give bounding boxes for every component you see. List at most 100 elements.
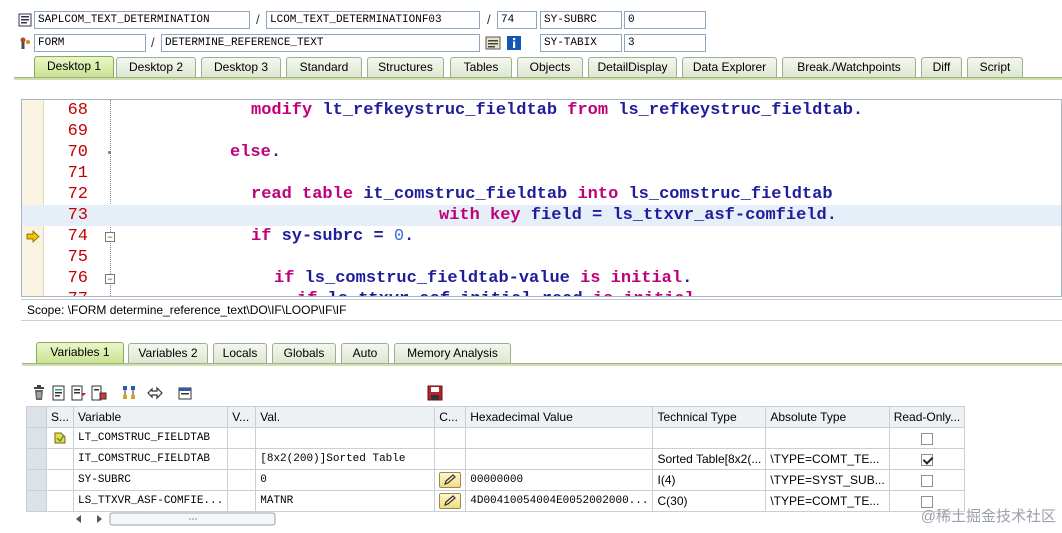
table-row[interactable]: LT_COMSTRUC_FIELDTAB — [26, 427, 966, 449]
code-text: read table it_comstruc_fieldtab into ls_… — [251, 184, 833, 205]
variable-name[interactable]: IT_COMSTRUC_FIELDTAB — [73, 448, 229, 470]
tab-variables-2[interactable]: Variables 2 — [128, 343, 208, 363]
scroll-right-arrow — [97, 515, 102, 523]
variable-name[interactable]: LT_COMSTRUC_FIELDTAB — [73, 427, 229, 449]
column-header-value[interactable]: Val. — [255, 406, 436, 428]
import-icon[interactable] — [50, 384, 68, 402]
tab-structures[interactable]: Structures — [367, 57, 444, 77]
column-header-change[interactable]: C... — [434, 406, 467, 428]
watch-field-value-1[interactable]: 0 — [624, 11, 706, 29]
tab-desktop-2[interactable]: Desktop 2 — [116, 57, 196, 77]
code-line[interactable]: 75 — [22, 247, 1061, 268]
code-line[interactable]: 69 — [22, 121, 1061, 142]
row-selector[interactable] — [26, 490, 47, 512]
line-number: 69 — [67, 122, 88, 141]
table-row[interactable]: SY-SUBRC 0 00000000 I(4) \TYPE=SYST_SUB.… — [26, 469, 966, 491]
line-field[interactable]: 74 — [497, 11, 537, 29]
source-code-editor[interactable]: 68 modify lt_refkeystruc_fieldtab from ls… — [21, 99, 1062, 297]
line-number: 73 — [67, 206, 88, 225]
export-icon[interactable] — [70, 384, 88, 402]
absolute-type-cell: \TYPE=SYST_SUB... — [765, 469, 890, 491]
tab-diff[interactable]: Diff — [921, 57, 962, 77]
row-selector[interactable] — [26, 469, 47, 491]
code-line[interactable]: 71 — [22, 163, 1061, 184]
tab-objects[interactable]: Objects — [517, 57, 583, 77]
tab-desktop-3[interactable]: Desktop 3 — [201, 57, 281, 77]
separator: / — [151, 35, 155, 50]
tab-desktop-1[interactable]: Desktop 1 — [34, 56, 114, 78]
form-name-field[interactable]: DETERMINE_REFERENCE_TEXT — [161, 34, 480, 52]
watch-field-value-2[interactable]: 3 — [624, 34, 706, 52]
fold-toggle-icon[interactable]: − — [105, 274, 115, 284]
watch-field-name-1[interactable]: SY-SUBRC — [540, 11, 622, 29]
column-header-absolute-type[interactable]: Absolute Type — [765, 406, 890, 428]
v-cell — [227, 490, 257, 512]
change-icon[interactable] — [176, 384, 194, 402]
variable-name[interactable]: LS_TTXVR_ASF-COMFIE... — [73, 490, 229, 512]
line-number: 75 — [67, 248, 88, 267]
variable-name[interactable]: SY-SUBRC — [73, 469, 229, 491]
layout-icon[interactable] — [90, 384, 108, 402]
read-only-checkbox[interactable] — [920, 453, 933, 466]
read-only-checkbox[interactable] — [920, 474, 933, 487]
hierarchy-icon[interactable] — [120, 384, 138, 402]
code-token: is initial — [580, 269, 683, 288]
tab-script[interactable]: Script — [967, 57, 1023, 77]
form-type-field[interactable]: FORM — [34, 34, 146, 52]
value-cell[interactable]: [8x2(200)]Sorted Table — [255, 448, 436, 470]
tab-detail-display[interactable]: DetailDisplay — [588, 57, 677, 77]
column-header-status[interactable]: S... — [45, 406, 75, 428]
info-icon[interactable] — [506, 35, 522, 51]
value-cell[interactable] — [255, 427, 436, 449]
tab-data-explorer[interactable]: Data Explorer — [682, 57, 777, 77]
code-token: if — [251, 227, 282, 246]
absolute-type-cell: \TYPE=COMT_TE... — [765, 448, 890, 470]
tab-break-watchpoints[interactable]: Break./Watchpoints — [782, 57, 916, 77]
tab-memory-analysis[interactable]: Memory Analysis — [394, 343, 511, 363]
code-line[interactable]: 68 modify lt_refkeystruc_fieldtab from ls… — [22, 100, 1061, 121]
column-selector[interactable] — [26, 406, 47, 428]
header-row-form: FORM / DETERMINE_REFERENCE_TEXT SY-TABIX… — [0, 33, 1062, 53]
tab-auto[interactable]: Auto — [341, 343, 389, 363]
column-header-read-only[interactable]: Read-Only... — [888, 406, 966, 428]
program-field[interactable]: SAPLCOM_TEXT_DETERMINATION — [34, 11, 250, 29]
include-field[interactable]: LCOM_TEXT_DETERMINATIONF03 — [266, 11, 480, 29]
code-line[interactable]: 76 − if ls_comstruc_fieldtab-value is init… — [22, 268, 1061, 289]
column-header-v[interactable]: V... — [227, 406, 257, 428]
code-line[interactable]: 73 with key field = ls_ttxvr_asf-comfield… — [22, 205, 1061, 226]
tab-variables-1[interactable]: Variables 1 — [36, 342, 124, 364]
hex-cell — [465, 448, 654, 470]
save-icon[interactable] — [426, 384, 444, 402]
column-header-variable[interactable]: Variable — [73, 406, 229, 428]
display-source-icon[interactable] — [485, 35, 501, 51]
edit-pencil-icon[interactable] — [439, 493, 462, 509]
highlight-icon — [54, 432, 66, 444]
tab-globals[interactable]: Globals — [272, 343, 336, 363]
value-cell[interactable]: 0 — [255, 469, 436, 491]
tab-locals[interactable]: Locals — [213, 343, 267, 363]
scope-bar: Scope: \FORM determine_reference_text\DO… — [21, 299, 1062, 321]
code-line[interactable]: 77 if ls_ttxvr_asf-initial_read is initia… — [22, 289, 1061, 296]
read-only-cell — [888, 427, 966, 449]
code-line[interactable]: 74 − if sy-subrc = 0. — [22, 226, 1061, 247]
tab-tables[interactable]: Tables — [450, 57, 512, 77]
value-cell[interactable]: MATNR — [255, 490, 436, 512]
code-text: else. — [230, 142, 281, 163]
fold-toggle-icon[interactable]: − — [105, 232, 115, 242]
row-selector[interactable] — [26, 448, 47, 470]
delete-icon[interactable] — [30, 384, 48, 402]
code-line[interactable]: 72 read table it_comstruc_fieldtab into l… — [22, 184, 1061, 205]
row-selector[interactable] — [26, 427, 47, 449]
column-header-hex[interactable]: Hexadecimal Value — [465, 406, 654, 428]
table-row[interactable]: IT_COMSTRUC_FIELDTAB [8x2(200)]Sorted Ta… — [26, 448, 966, 470]
column-header-technical-type[interactable]: Technical Type — [652, 406, 767, 428]
tab-standard[interactable]: Standard — [286, 57, 362, 77]
table-row[interactable]: LS_TTXVR_ASF-COMFIE... MATNR 4D004100540… — [26, 490, 966, 512]
navigate-icon[interactable] — [146, 384, 164, 402]
read-only-checkbox[interactable] — [920, 432, 933, 445]
code-line[interactable]: 70 else. — [22, 142, 1061, 163]
horizontal-scrollbar[interactable] — [70, 511, 280, 527]
edit-pencil-icon[interactable] — [439, 472, 462, 488]
watch-field-name-2[interactable]: SY-TABIX — [540, 34, 622, 52]
code-token: is initial — [593, 290, 695, 296]
